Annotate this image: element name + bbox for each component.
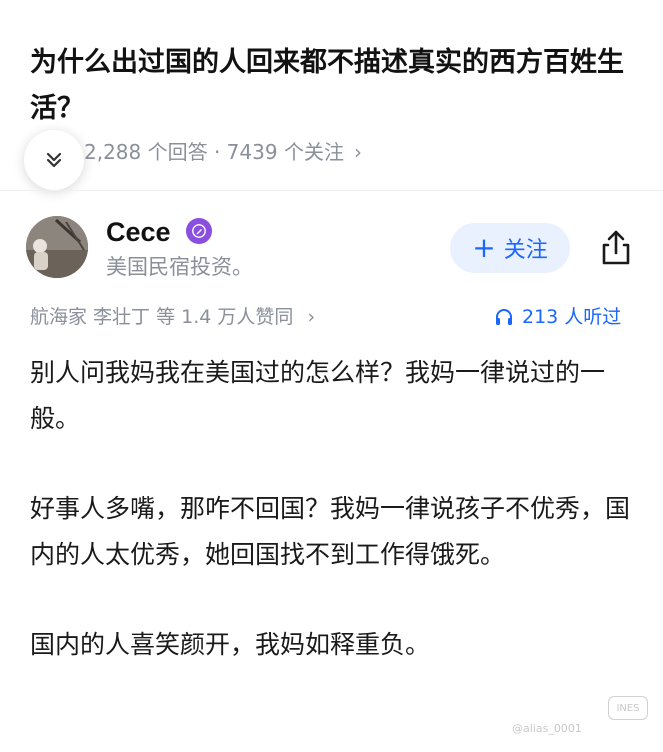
watermark-logo: INES [608, 696, 648, 720]
answer-paragraph: 国内的人喜笑颜开，我妈如释重负。 [30, 630, 431, 659]
divider [0, 190, 663, 191]
share-button[interactable] [594, 226, 638, 270]
answer-paragraph: 别人问我妈我在美国过的怎么样？我妈一律说过的一般。 [30, 358, 606, 433]
plus-icon: + [472, 231, 496, 264]
listen-text: 213 人听过 [522, 306, 622, 328]
avatar-image [26, 216, 88, 278]
upvote-summary[interactable]: 航海家 李壮丁 等 1.4 万人赞同 › [30, 302, 315, 332]
question-stats-text: 2,288 个回答 · 7439 个关注 [84, 140, 344, 164]
question-stats[interactable]: 2,288 个回答 · 7439 个关注 › [84, 137, 362, 167]
headphones-icon [496, 309, 512, 325]
chevron-right-icon: › [307, 306, 316, 328]
follow-label: 关注 [503, 238, 548, 263]
double-chevron-down-icon [46, 152, 62, 168]
follow-button[interactable]: + 关注 [450, 223, 570, 273]
share-icon [602, 230, 630, 265]
listen-count[interactable]: 213 人听过 [494, 302, 621, 332]
question-title[interactable]: 为什么出过国的人回来都不描述真实的西方百姓生活？ [30, 40, 640, 132]
upvote-text: 航海家 李壮丁 等 1.4 万人赞同 [30, 306, 294, 328]
chevron-right-icon: › [353, 140, 362, 164]
author-bio: 美国民宿投资。 [106, 255, 253, 279]
author-name[interactable]: Cece [106, 214, 171, 250]
avatar[interactable] [26, 216, 88, 278]
answer-paragraph: 好事人多嘴，那咋不回国？我妈一律说孩子不优秀，国内的人太优秀，她回国找不到工作得… [30, 494, 631, 569]
watermark-text: @alias_0001 [512, 722, 582, 735]
collapse-button[interactable] [24, 130, 84, 190]
pen-icon [192, 224, 206, 238]
verified-badge[interactable] [186, 218, 212, 244]
answer-body: 别人问我妈我在美国过的怎么样？我妈一律说过的一般。 好事人多嘴，那咋不回国？我妈… [30, 350, 630, 712]
